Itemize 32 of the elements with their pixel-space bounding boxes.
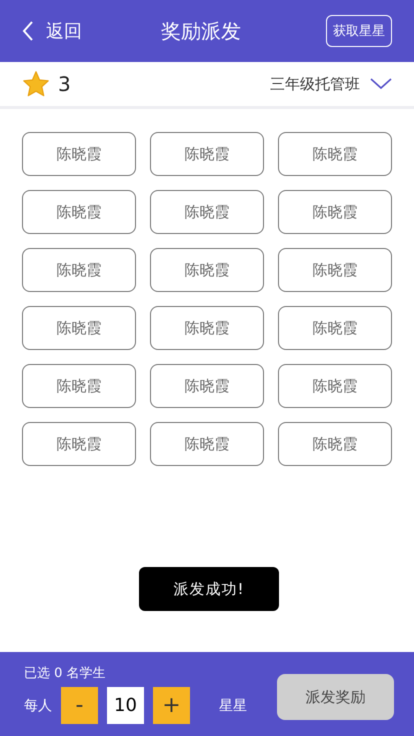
plus-button[interactable]: +: [153, 687, 190, 724]
student-button[interactable]: 陈晓霞: [150, 364, 264, 408]
student-button[interactable]: 陈晓霞: [278, 306, 392, 350]
page-title: 奖励派发: [161, 18, 241, 44]
star-icon: [22, 70, 50, 98]
student-button[interactable]: 陈晓霞: [22, 364, 136, 408]
per-person-label: 每人: [24, 696, 52, 714]
class-selector[interactable]: 三年级托管班: [270, 74, 392, 94]
student-button[interactable]: 陈晓霞: [22, 248, 136, 292]
minus-button[interactable]: -: [61, 687, 98, 724]
student-button[interactable]: 陈晓霞: [150, 422, 264, 466]
student-button[interactable]: 陈晓霞: [150, 306, 264, 350]
amount-field[interactable]: 10: [107, 687, 144, 724]
student-button[interactable]: 陈晓霞: [278, 190, 392, 234]
student-button[interactable]: 陈晓霞: [278, 364, 392, 408]
back-button[interactable]: 返回: [22, 19, 82, 43]
student-button[interactable]: 陈晓霞: [278, 132, 392, 176]
student-button[interactable]: 陈晓霞: [22, 190, 136, 234]
get-stars-button[interactable]: 获取星星: [326, 15, 392, 47]
student-button[interactable]: 陈晓霞: [278, 248, 392, 292]
student-button[interactable]: 陈晓霞: [22, 422, 136, 466]
toast-message: 派发成功!: [139, 567, 279, 611]
student-button[interactable]: 陈晓霞: [22, 132, 136, 176]
student-button[interactable]: 陈晓霞: [22, 306, 136, 350]
unit-label: 星星: [219, 696, 247, 714]
student-button[interactable]: 陈晓霞: [278, 422, 392, 466]
student-button[interactable]: 陈晓霞: [150, 132, 264, 176]
star-count: 3: [58, 72, 71, 96]
dropdown-caret-icon: [370, 78, 392, 90]
selected-count-text: 已选 0 名学生: [24, 665, 107, 682]
student-button[interactable]: 陈晓霞: [150, 248, 264, 292]
student-button[interactable]: 陈晓霞: [150, 190, 264, 234]
